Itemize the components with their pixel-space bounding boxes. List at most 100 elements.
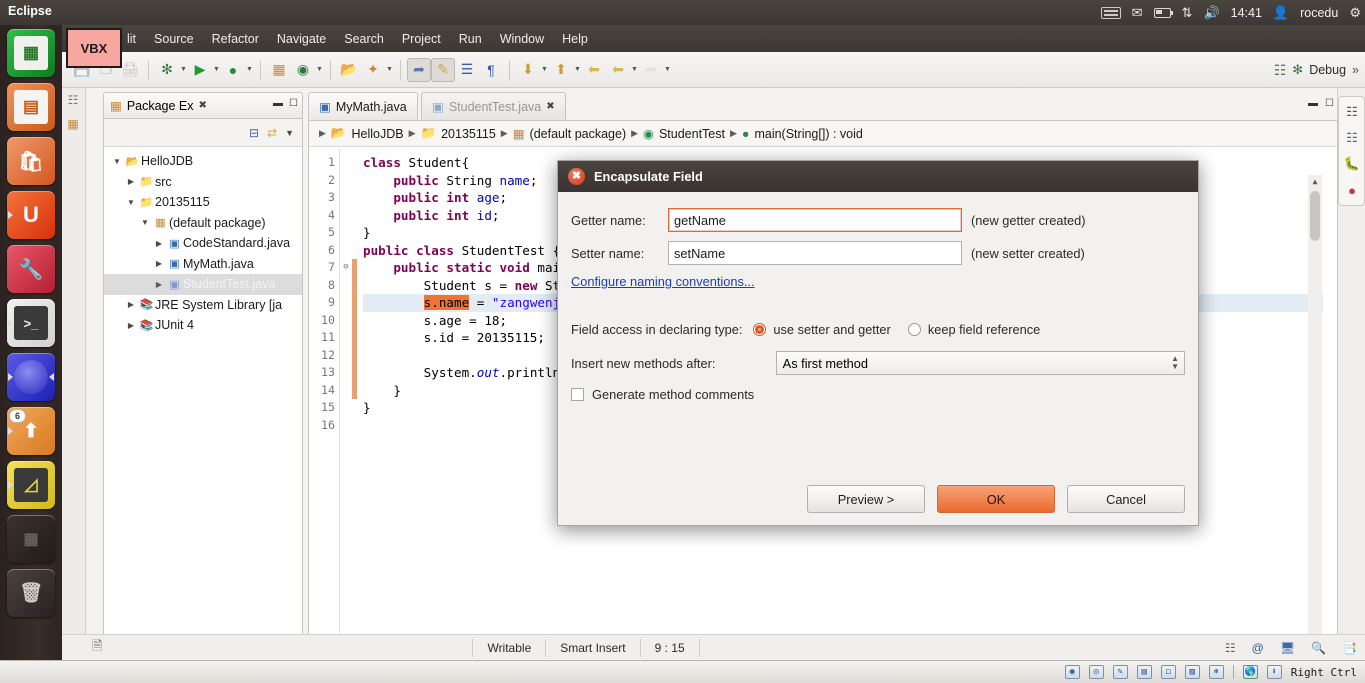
menu-window[interactable]: Window (491, 32, 553, 46)
package-explorer-shortcut-icon[interactable]: ▦ (62, 112, 84, 136)
chevron-down-icon[interactable]: ▼ (573, 60, 582, 80)
tree-item-studenttest-java[interactable]: ▶ ▣ StudentTest.java (104, 274, 302, 295)
chevron-down-icon[interactable]: ▼ (110, 157, 124, 166)
generate-method-comments-label[interactable]: Generate method comments (592, 387, 754, 402)
menu-search[interactable]: Search (335, 32, 393, 46)
collapse-all-icon[interactable]: ⊟ (249, 126, 259, 140)
breadcrumb-item-hellojdb[interactable]: HelloJDB (352, 127, 404, 141)
folder-share-icon[interactable]: ▨ (1184, 665, 1200, 679)
launcher-item-file-uploader[interactable]: 6 ⬆ (7, 407, 55, 455)
search-doc-icon[interactable]: 📑 (1342, 641, 1357, 655)
search-icon[interactable]: ✦ (361, 58, 385, 82)
chevron-down-icon[interactable]: ▼ (245, 60, 254, 80)
close-icon[interactable]: ✖ (199, 100, 207, 111)
at-icon[interactable]: @ (1252, 641, 1264, 655)
tree-item-src[interactable]: ▶ 📁 src (104, 172, 302, 193)
launcher-item-system-settings[interactable]: 🔧 (7, 245, 55, 293)
toolbar-overflow-icon[interactable]: » (1352, 63, 1359, 77)
tree-item-codestandard-java[interactable]: ▶ ▣ CodeStandard.java (104, 233, 302, 254)
chevron-down-icon[interactable]: ▼ (138, 218, 152, 227)
radio-use-setter-getter[interactable] (753, 323, 767, 336)
tree-item-jre-system-library[interactable]: ▶ 📚 JRE System Library [ja (104, 295, 302, 316)
radio-use-setter-getter-label[interactable]: use setter and getter (773, 322, 890, 337)
restore-view-icon[interactable]: ☷ (1339, 99, 1365, 125)
ok-button[interactable]: OK (937, 485, 1055, 513)
chevron-down-icon[interactable]: ▼ (124, 198, 138, 207)
hdd-icon[interactable]: ◉ (1064, 665, 1080, 679)
view-menu-icon[interactable]: ▼ (285, 128, 294, 138)
editor-vscrollbar[interactable]: ▲ ▼ (1308, 175, 1322, 683)
tree-item-junit-4[interactable]: ▶ 📚 JUnit 4 (104, 315, 302, 336)
keyboard-icon[interactable] (1100, 6, 1121, 19)
preview-button[interactable]: Preview > (807, 485, 925, 513)
back-icon[interactable]: ⬅ (606, 58, 630, 82)
insert-after-select[interactable]: As first method ▲ ▼ (775, 351, 1185, 375)
breadcrumb-item-default-package[interactable]: (default package) (530, 127, 627, 141)
pilcrow-icon[interactable]: ¶ (479, 58, 503, 82)
launcher-item-trash[interactable]: 🗑 (7, 569, 55, 617)
restore-view-icon[interactable]: ☷ (62, 88, 84, 112)
network-updown-icon[interactable]: ⇅ (1182, 6, 1193, 19)
chevron-down-icon[interactable]: ▼ (179, 60, 188, 80)
minimize-icon[interactable]: ▬ (273, 98, 283, 109)
show-whitespace-icon[interactable]: ☰ (455, 58, 479, 82)
pencil-icon[interactable]: ✎ (1112, 665, 1128, 679)
menu-run[interactable]: Run (450, 32, 491, 46)
chevron-down-icon[interactable]: ▼ (663, 60, 672, 80)
quick-access-icon[interactable]: 🔍 (1311, 641, 1326, 655)
launcher-item-libreoffice-calc[interactable]: ▦ (7, 29, 55, 77)
maximize-icon[interactable]: ☐ (1325, 98, 1334, 109)
scroll-up-arrow-icon[interactable]: ▲ (1308, 175, 1322, 189)
outline-view-icon[interactable]: ☷ (1339, 125, 1365, 151)
configure-naming-conventions-link[interactable]: Configure naming conventions... (571, 274, 755, 289)
next-annotation-icon[interactable]: ⬇ (516, 58, 540, 82)
spinner-icon[interactable]: ▲ ▼ (1171, 355, 1179, 371)
menu-help[interactable]: Help (553, 32, 597, 46)
chevron-down-icon[interactable]: ▼ (212, 60, 221, 80)
radio-keep-field-reference[interactable] (907, 323, 921, 336)
new-java-project-icon[interactable]: ▦ (267, 58, 291, 82)
network-icon[interactable]: ▤ (1136, 665, 1152, 679)
setter-name-input[interactable]: setName (668, 241, 962, 265)
maximize-icon[interactable]: ☐ (289, 98, 298, 109)
run-icon[interactable]: ▶ (188, 58, 212, 82)
user-name[interactable]: rocedu (1300, 6, 1338, 20)
editor-tab-studenttest[interactable]: ▣ StudentTest.java ✖ (421, 92, 566, 120)
link-with-editor-icon[interactable]: ⇄ (267, 126, 277, 140)
usb-icon[interactable]: ⎈ (1208, 665, 1224, 679)
toggle-mark-occurrences-icon[interactable]: ➦ (407, 57, 431, 82)
chevron-right-icon[interactable]: ▶ (124, 177, 138, 186)
open-type-icon[interactable]: 📂 (337, 58, 361, 82)
console-icon[interactable]: 🖥 (1280, 641, 1295, 655)
battery-icon[interactable] (1153, 7, 1173, 18)
launcher-item-ubuntu-one[interactable]: U (7, 191, 55, 239)
last-edit-location-icon[interactable]: ⬅ (582, 58, 606, 82)
new-java-class-icon[interactable]: ◉ (291, 58, 315, 82)
getter-name-input[interactable]: getName (668, 208, 962, 232)
tree-item-hellojdb[interactable]: ▼ 📂 HelloJDB (104, 151, 302, 172)
launcher-item-ubuntu-software-center[interactable]: 🛍 (7, 137, 55, 185)
problems-view-icon[interactable]: ● (1339, 177, 1365, 203)
junit-view-icon[interactable]: 🐛 (1339, 151, 1365, 177)
launcher-item-workspace-switcher[interactable]: ▦ (7, 515, 55, 563)
folding-gutter[interactable]: ⊖ (340, 148, 352, 664)
envelope-icon[interactable]: ✉ (1132, 6, 1143, 19)
clock[interactable]: 14:41 (1231, 6, 1262, 20)
restore-icon[interactable]: ☷ (1225, 641, 1236, 655)
chevron-right-icon[interactable]: ▶ (124, 321, 138, 330)
launcher-item-display-settings[interactable]: ◿ (7, 461, 55, 509)
chevron-down-icon[interactable]: ▼ (540, 60, 549, 80)
editor-tab-mymath[interactable]: ▣ MyMath.java (308, 92, 418, 120)
capture-icon[interactable]: ⬇ (1266, 665, 1282, 679)
chevron-right-icon[interactable]: ▶ (124, 300, 138, 309)
menu-navigate[interactable]: Navigate (268, 32, 335, 46)
cancel-button[interactable]: Cancel (1067, 485, 1185, 513)
scrollbar-thumb[interactable] (1310, 191, 1320, 241)
launcher-item-terminal[interactable]: >_ (7, 299, 55, 347)
tree-item-mymath-java[interactable]: ▶ ▣ MyMath.java (104, 254, 302, 275)
open-perspective-icon[interactable]: ☷ (1274, 62, 1287, 79)
forward-icon[interactable]: ➡ (639, 58, 663, 82)
chevron-down-icon[interactable]: ▼ (385, 60, 394, 80)
breadcrumb-item-20135115[interactable]: 20135115 (441, 127, 496, 141)
chevron-down-icon[interactable]: ▼ (315, 60, 324, 80)
